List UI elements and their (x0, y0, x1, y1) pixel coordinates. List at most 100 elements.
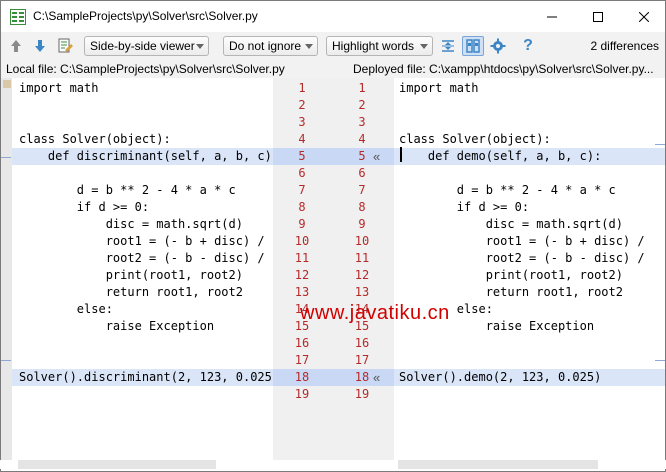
diff-marker-left[interactable] (1, 157, 11, 158)
code-line[interactable]: class Solver(object): (394, 131, 665, 148)
diff-marker-left[interactable] (1, 360, 11, 361)
code-line[interactable] (394, 165, 665, 182)
next-diff-button[interactable] (31, 37, 49, 55)
left-marker-strip (1, 78, 12, 460)
code-line[interactable] (394, 335, 665, 352)
chevron-down-icon (420, 44, 428, 49)
code-line[interactable]: else: (1, 301, 273, 318)
code-line[interactable]: root1 = (- b + disc) / (394, 233, 665, 250)
close-button[interactable] (621, 1, 666, 32)
local-file-label: Local file: C:\SampleProjects\py\Solver\… (6, 62, 285, 76)
title-bar: C:\SampleProjects\py\Solver\src\Solver.p… (0, 0, 666, 32)
right-line-number: 3 (358, 115, 366, 129)
code-line[interactable] (394, 352, 665, 369)
code-line[interactable] (394, 386, 665, 403)
diff-marker-right[interactable] (655, 144, 665, 145)
left-line-number: 7 (298, 183, 306, 197)
code-line[interactable]: if d >= 0: (1, 199, 273, 216)
right-line-number: 5 (358, 149, 366, 163)
whitespace-mode-value: Do not ignore (229, 39, 302, 53)
maximize-button[interactable] (575, 1, 621, 32)
help-button[interactable]: ? (519, 37, 537, 55)
right-line-number: 16 (354, 336, 370, 350)
left-line-number: 17 (294, 353, 310, 367)
right-horizontal-scrollbar[interactable] (398, 460, 598, 469)
code-line[interactable]: root1 = (- b + disc) / (1, 233, 273, 250)
code-line[interactable] (1, 97, 273, 114)
code-line[interactable]: def demo(self, a, b, c): (394, 148, 665, 165)
right-line-number: 12 (354, 268, 370, 282)
highlight-mode-select[interactable]: Highlight words (326, 36, 433, 56)
previous-diff-button[interactable] (7, 37, 25, 55)
left-line-number: 5 (298, 149, 306, 163)
code-line[interactable]: Solver().discriminant(2, 123, 0.025) (1, 369, 273, 386)
code-line[interactable]: raise Exception (1, 318, 273, 335)
code-line[interactable]: root2 = (- b - disc) / (1, 250, 273, 267)
chevron-down-icon (305, 44, 313, 49)
code-line[interactable]: print(root1, root2) (394, 267, 665, 284)
code-line[interactable]: root2 = (- b - disc) / (394, 250, 665, 267)
highlight-mode-value: Highlight words (332, 39, 415, 53)
right-line-number: 1 (358, 81, 366, 95)
code-line[interactable]: Solver().demo(2, 123, 0.025) (394, 369, 665, 386)
deployed-file-label: Deployed file: C:\xampp\htdocs\py\Solver… (353, 62, 654, 76)
left-line-number: 19 (294, 387, 310, 401)
edit-source-button[interactable] (57, 37, 75, 55)
right-line-number: 17 (354, 353, 370, 367)
code-line[interactable] (1, 386, 273, 403)
diff-app-icon (10, 9, 26, 25)
collapse-unchanged-button[interactable] (439, 37, 457, 55)
viewer-mode-select[interactable]: Side-by-side viewer (84, 36, 209, 56)
code-line[interactable]: return root1, root2 (394, 284, 665, 301)
arrow-down-icon (35, 40, 45, 52)
code-line[interactable] (1, 352, 273, 369)
local-file-editor[interactable]: import math class Solver(object): def dis… (0, 78, 273, 460)
diff-gutter: ««1 1 2 2 3 3 4 4 5 5 6 6 7 7 8 8 9 9 10 10 11 11 12 12 13 13 14 14… (273, 78, 394, 460)
left-horizontal-scrollbar[interactable] (18, 460, 216, 469)
left-line-number: 12 (294, 268, 310, 282)
code-line[interactable]: d = b ** 2 - 4 * a * c (394, 182, 665, 199)
settings-button[interactable] (489, 37, 507, 55)
code-line[interactable] (394, 97, 665, 114)
left-line-number: 4 (298, 132, 306, 146)
left-line-number: 2 (298, 98, 306, 112)
code-line[interactable]: d = b ** 2 - 4 * a * c (1, 182, 273, 199)
right-line-number: 6 (358, 166, 366, 180)
code-line[interactable]: import math (1, 80, 273, 97)
code-line[interactable] (1, 165, 273, 182)
right-line-number: 10 (354, 234, 370, 248)
code-line[interactable]: print(root1, root2) (1, 267, 273, 284)
whitespace-mode-select[interactable]: Do not ignore (223, 36, 318, 56)
sync-scroll-toggle[interactable] (462, 36, 484, 56)
code-line[interactable]: return root1, root2 (1, 284, 273, 301)
right-line-number: 7 (358, 183, 366, 197)
code-line[interactable] (1, 335, 273, 352)
code-line[interactable]: class Solver(object): (1, 131, 273, 148)
code-line[interactable]: disc = math.sqrt(d) (1, 216, 273, 233)
left-line-number: 8 (298, 200, 306, 214)
code-line[interactable] (394, 114, 665, 131)
gear-icon (490, 38, 506, 54)
sync-scroll-icon (466, 39, 480, 53)
left-line-number: 9 (298, 217, 306, 231)
code-line[interactable]: if d >= 0: (394, 199, 665, 216)
left-line-number: 13 (294, 285, 310, 299)
watermark: www.javatiku.cn (300, 302, 450, 324)
left-line-number: 6 (298, 166, 306, 180)
right-line-number: 18 (354, 370, 370, 384)
edit-source-icon (58, 38, 73, 53)
minimize-button[interactable] (529, 1, 575, 32)
maximize-icon (593, 11, 603, 22)
right-line-number: 8 (358, 200, 366, 214)
deployed-file-editor[interactable]: import math class Solver(object): def dem… (394, 78, 666, 460)
right-line-number: 9 (358, 217, 366, 231)
right-line-number: 13 (354, 285, 370, 299)
diff-marker-right[interactable] (655, 360, 665, 361)
code-line[interactable]: disc = math.sqrt(d) (394, 216, 665, 233)
bookmark-marker (3, 80, 11, 88)
right-line-number: 4 (358, 132, 366, 146)
code-line[interactable]: import math (394, 80, 665, 97)
left-line-number: 16 (294, 336, 310, 350)
code-line[interactable]: def discriminant(self, a, b, c): (1, 148, 273, 165)
code-line[interactable] (1, 114, 273, 131)
